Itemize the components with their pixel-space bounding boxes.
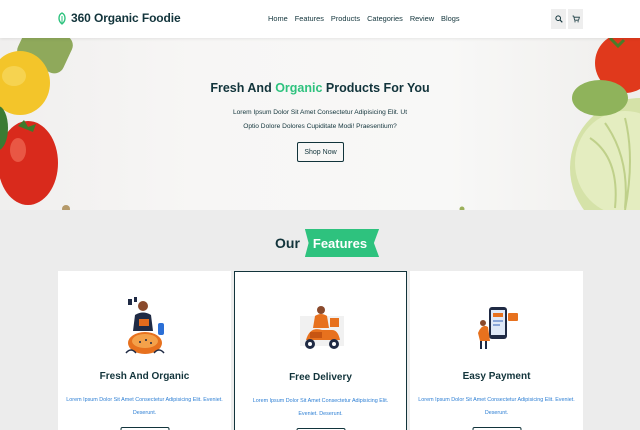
left-produce-image (0, 38, 73, 210)
nav-blogs[interactable]: Blogs (441, 14, 460, 23)
nav-categories[interactable]: Categories (367, 14, 403, 23)
shop-now-button[interactable]: Shop Now (297, 142, 344, 162)
cart-button[interactable] (568, 9, 583, 29)
features-heading-accent: Features (312, 235, 368, 251)
cart-icon (572, 15, 580, 23)
nav-home[interactable]: Home (268, 14, 288, 23)
hero-description: Lorem Ipsum Dolor Sit Amet Consectetur A… (232, 109, 408, 130)
feature-description: Lorem Ipsum Dolor Sit Amet Consectetur A… (252, 398, 389, 417)
logo[interactable]: 360 Organic Foodie (57, 11, 181, 25)
hero-banner: Fresh And Organic Products For You Lorem… (0, 38, 640, 210)
free-delivery-illustration (299, 306, 344, 349)
feature-description: Lorem Ipsum Dolor Sit Amet Consectetur A… (418, 397, 575, 416)
features-ribbon: Features (304, 229, 380, 257)
search-icon (554, 15, 563, 23)
site-header: 360 Organic Foodie Home Features Product… (0, 0, 640, 38)
search-button[interactable] (551, 9, 566, 29)
right-produce-image (459, 38, 640, 210)
nav-features[interactable]: Features (295, 14, 324, 23)
feature-card-fresh-organic: Fresh And Organic Lorem Ipsum Dolor Sit … (58, 271, 231, 430)
nav-review[interactable]: Review (410, 14, 434, 23)
logo-text: 360 Organic Foodie (71, 11, 181, 25)
feature-card-free-delivery: Free Delivery Lorem Ipsum Dolor Sit Amet… (234, 271, 407, 430)
main-nav: Home Features Products Categories Review… (268, 14, 460, 23)
features-heading-our: Our (275, 235, 300, 251)
fresh-organic-illustration (124, 297, 165, 354)
feature-card-easy-payment: Easy Payment Lorem Ipsum Dolor Sit Amet … (410, 271, 583, 430)
feature-title: Easy Payment (462, 371, 531, 382)
features-heading: Our Features (275, 228, 380, 258)
nav-products[interactable]: Products (331, 14, 360, 23)
feature-description: Lorem Ipsum Dolor Sit Amet Consectetur A… (66, 397, 223, 416)
leaf-icon (58, 11, 66, 25)
easy-payment-illustration (477, 307, 518, 349)
feature-title: Fresh And Organic (99, 371, 190, 382)
feature-title: Free Delivery (289, 372, 352, 383)
hero-title: Fresh And Organic Products For You (210, 81, 430, 95)
